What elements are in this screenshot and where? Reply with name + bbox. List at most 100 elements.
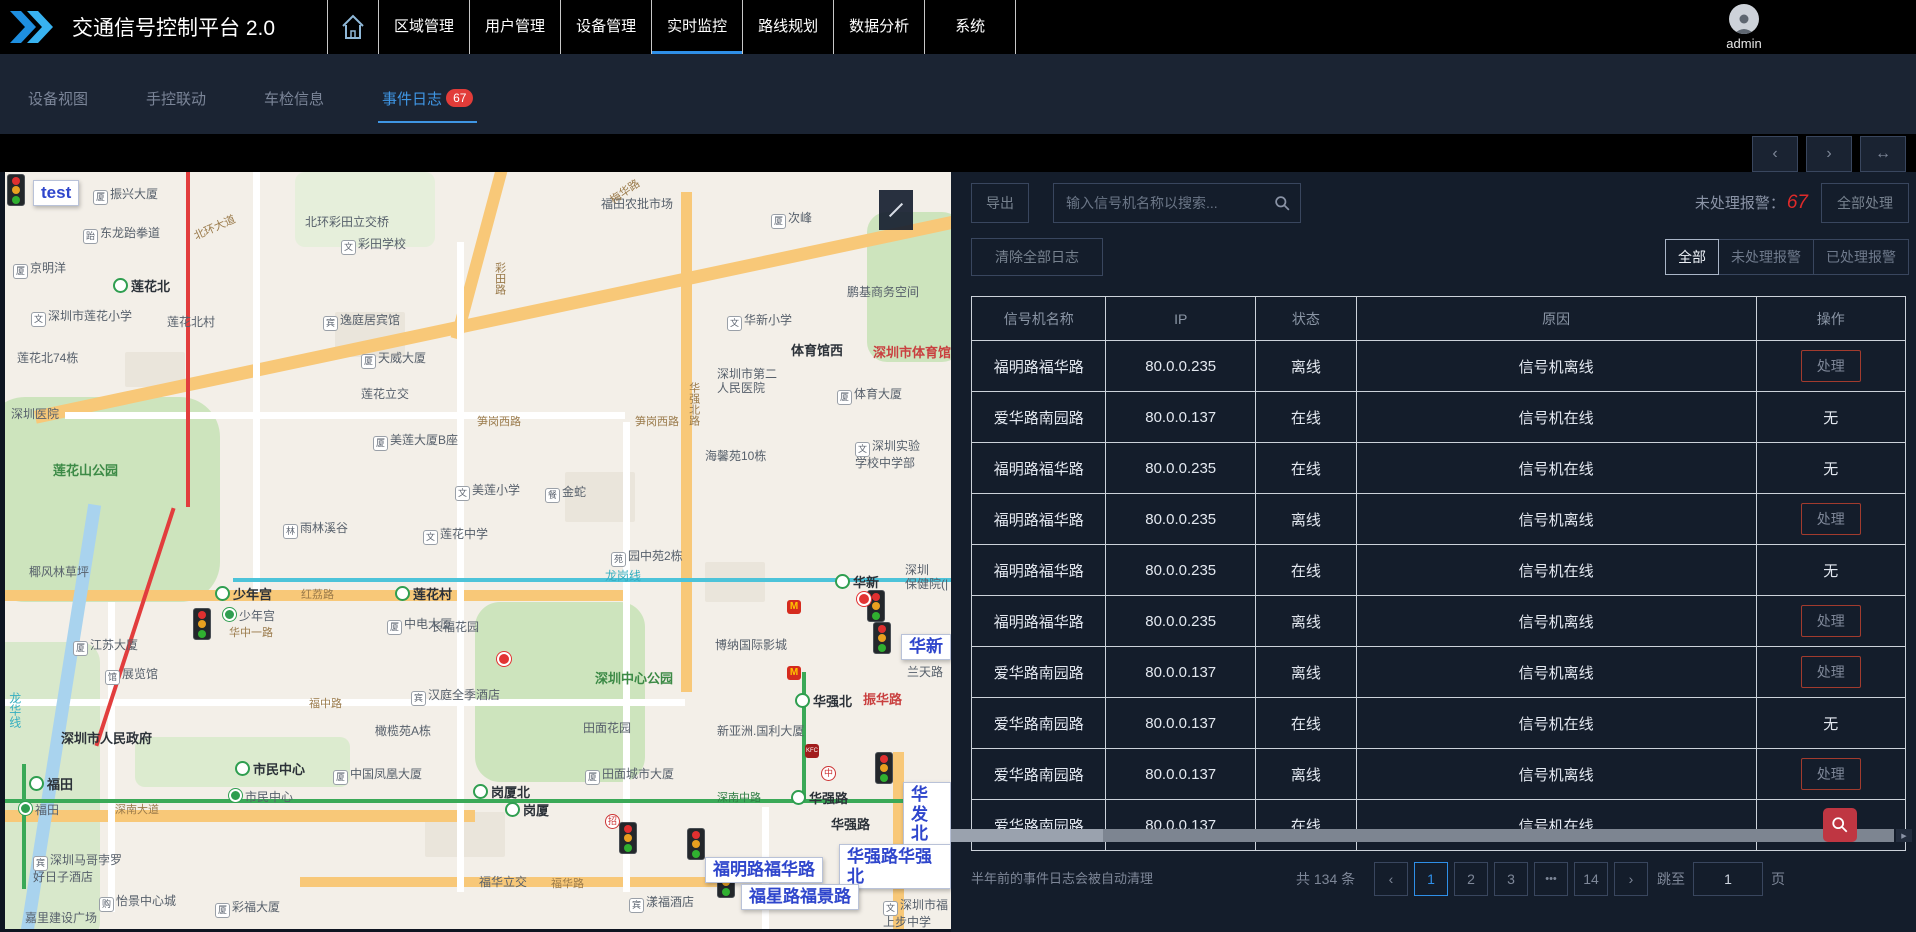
map-label: 岗厦北 (473, 784, 530, 801)
traffic-light-icon[interactable] (7, 174, 25, 206)
signal-label[interactable]: 华强路华强北 (839, 844, 951, 889)
poi-icon: 宾 (411, 691, 426, 706)
app-title: 交通信号控制平台 2.0 (72, 12, 275, 42)
search-input[interactable] (1054, 184, 1300, 222)
map-label: 苑园中苑2栋 (611, 550, 683, 567)
table-row: 爱华路南园路80.0.0.137在线信号机在线无 (972, 800, 1906, 851)
poi-icon: 宾 (33, 856, 48, 871)
table-search-fab[interactable] (1823, 808, 1857, 842)
process-button[interactable]: 处理 (1801, 350, 1861, 382)
action-cell: 无 (1756, 545, 1905, 596)
export-button[interactable]: 导出 (971, 183, 1029, 223)
signal-label[interactable]: test (33, 180, 79, 206)
process-button[interactable]: 处理 (1801, 656, 1861, 688)
map-label: 长福花园 (431, 621, 479, 635)
map-label: 椰风林草坪 (29, 566, 89, 580)
nav-item-2[interactable]: 用户管理 (470, 0, 561, 54)
map-label: 市民中心 (235, 761, 305, 778)
map-label: 宾汉庭全季酒店 (411, 689, 500, 706)
prev-view-button[interactable]: ‹ (1752, 136, 1798, 172)
page-button-2[interactable]: 1 (1414, 862, 1448, 896)
nav-item-5[interactable]: 路线规划 (743, 0, 834, 54)
map-label: 莲花北村 (167, 316, 215, 330)
unprocessed-count: 67 (1787, 192, 1808, 213)
process-button[interactable]: 处理 (1801, 758, 1861, 790)
reason-cell: 信号机离线 (1356, 749, 1756, 800)
page-button-1[interactable]: ‹ (1374, 862, 1408, 896)
scrollbar-thumb[interactable] (951, 829, 1103, 842)
clear-all-logs-button[interactable]: 清除全部日志 (971, 238, 1103, 276)
table-row: 福明路福华路80.0.0.235离线信号机离线处理 (972, 494, 1906, 545)
page-button-5[interactable]: ••• (1534, 862, 1568, 896)
page-button-4[interactable]: 3 (1494, 862, 1528, 896)
reason-cell: 信号机在线 (1356, 800, 1756, 851)
map-label: 莲花村 (395, 586, 452, 603)
map-label: 厦田面城市大厦 (585, 768, 674, 785)
map-label: 海馨苑10栋 (705, 450, 766, 464)
subtab-3[interactable]: 车检信息 (260, 88, 328, 121)
status-cell: 离线 (1255, 647, 1356, 698)
subtab-4[interactable]: 事件日志67 (378, 88, 477, 123)
signal-label[interactable]: 福明路福华路 (705, 857, 823, 883)
next-view-button[interactable]: › (1806, 136, 1852, 172)
process-all-button[interactable]: 全部处理 (1821, 183, 1909, 223)
scrollbar-right-arrow[interactable]: ▶ (1896, 829, 1912, 842)
map-label: 文彩田学校 (341, 238, 406, 255)
map-label: 龙华线 (7, 692, 21, 728)
map-label: 华新 (835, 574, 879, 591)
nav-item-7[interactable]: 系统 (925, 0, 1016, 54)
traffic-light-icon[interactable] (687, 828, 705, 860)
process-button[interactable]: 处理 (1801, 605, 1861, 637)
process-button[interactable]: 处理 (1801, 503, 1861, 535)
filter-button-3[interactable]: 已处理报警 (1813, 239, 1909, 275)
status-cell: 在线 (1255, 392, 1356, 443)
traffic-light-icon[interactable] (193, 608, 211, 640)
map-label: 厦体育大厦 (837, 388, 902, 405)
action-cell: 无 (1756, 698, 1905, 749)
map-label: 深南中路 (717, 792, 761, 805)
horizontal-scrollbar[interactable] (951, 829, 1894, 842)
map-label: 彩田路 (493, 262, 506, 295)
map-label: 华中一路 (229, 627, 273, 640)
status-cell: 离线 (1255, 341, 1356, 392)
map-canvas[interactable]: MMMKFC中招test厦振兴大厦跆东龙跆拳道厦京明洋北环彩田立交桥文彩田学校厦… (5, 172, 951, 929)
signal-name-cell: 福明路福华路 (972, 341, 1106, 392)
nav-item-1[interactable]: 区域管理 (379, 0, 470, 54)
total-count: 共 134 条 (1296, 862, 1355, 896)
page-button-6[interactable]: 14 (1574, 862, 1608, 896)
metro-station-icon (791, 790, 806, 805)
map-area (705, 562, 765, 602)
expand-view-button[interactable]: ↔ (1860, 136, 1906, 172)
signal-label[interactable]: 福星路福景路 (741, 884, 859, 910)
user-box[interactable]: admin (1712, 4, 1776, 51)
map-label: 文华新小学 (727, 314, 792, 331)
traffic-light-icon[interactable] (873, 622, 891, 654)
no-action-label: 无 (1823, 563, 1838, 580)
map-draw-button[interactable] (879, 190, 913, 230)
map-label: 博纳国际影城 (715, 639, 787, 653)
subtab-1[interactable]: 设备视图 (24, 88, 92, 121)
map-label: 鹏基商务空间 (847, 286, 919, 300)
map-label: 文深圳市莲花小学 (31, 310, 132, 327)
filter-button-1[interactable]: 全部 (1665, 239, 1719, 275)
nav-item-3[interactable]: 设备管理 (561, 0, 652, 54)
jump-input[interactable] (1693, 862, 1763, 896)
filter-button-2[interactable]: 未处理报警 (1718, 239, 1814, 275)
table-row: 福明路福华路80.0.0.235在线信号机在线无 (972, 545, 1906, 596)
poi-icon: 厦 (771, 214, 786, 229)
page-button-3[interactable]: 2 (1454, 862, 1488, 896)
traffic-light-icon[interactable] (875, 752, 893, 784)
ip-cell: 80.0.0.137 (1106, 647, 1255, 698)
status-cell: 在线 (1255, 443, 1356, 494)
subtab-2[interactable]: 手控联动 (142, 88, 210, 121)
search-icon[interactable] (1274, 195, 1291, 212)
table-row: 爱华路南园路80.0.0.137在线信号机在线无 (972, 392, 1906, 443)
traffic-light-icon[interactable] (619, 822, 637, 854)
home-button[interactable] (327, 0, 379, 54)
nav-item-4[interactable]: 实时监控 (652, 0, 743, 54)
ip-cell: 80.0.0.235 (1106, 545, 1255, 596)
page-button-7[interactable]: › (1614, 862, 1648, 896)
nav-item-6[interactable]: 数据分析 (834, 0, 925, 54)
signal-label[interactable]: 华发北 (903, 782, 951, 847)
signal-label[interactable]: 华新 (901, 634, 951, 660)
